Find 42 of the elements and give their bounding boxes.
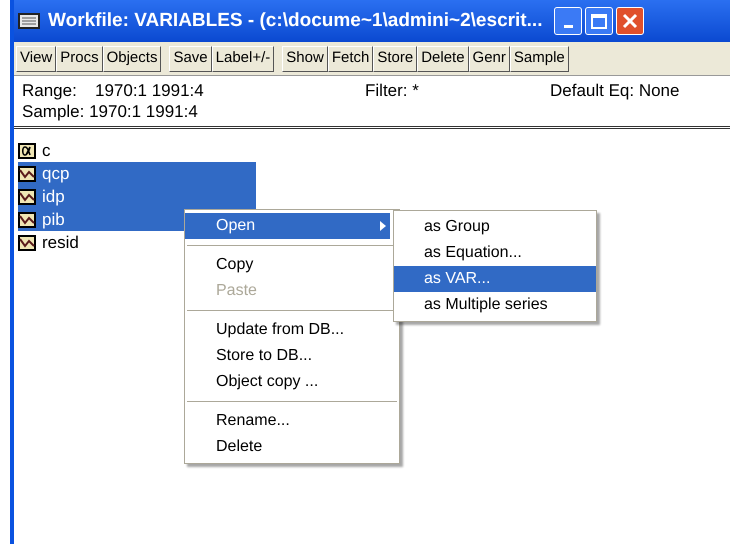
range-label: Range:	[22, 80, 78, 101]
submenu-item[interactable]: as VAR...	[394, 266, 596, 292]
toolbar-button[interactable]: Delete	[417, 46, 469, 72]
object-item[interactable]: idp	[18, 185, 256, 208]
toolbar-button[interactable]: Store	[373, 46, 418, 72]
toolbar-button[interactable]: Save	[169, 46, 212, 72]
sample-text: Sample: 1970:1 1991:4	[22, 101, 199, 122]
menu-item[interactable]: Open	[185, 213, 390, 239]
object-item[interactable]: c	[18, 139, 256, 162]
close-button[interactable]	[616, 7, 644, 35]
toolbar-button[interactable]: Sample	[510, 46, 569, 72]
menu-item[interactable]: Object copy ...	[185, 369, 390, 395]
menu-item[interactable]: Rename...	[185, 408, 390, 434]
submenu-item[interactable]: as Multiple series	[394, 292, 596, 318]
series-icon	[18, 188, 36, 204]
toolbar-button[interactable]: Genr	[468, 46, 510, 72]
filter-text: Filter: *	[365, 80, 420, 101]
series-icon	[18, 166, 36, 182]
submenu-item[interactable]: as Group	[394, 214, 596, 240]
toolbar-button[interactable]: View	[16, 46, 56, 72]
default-eq-text: Default Eq: None	[550, 80, 680, 101]
window-icon	[18, 13, 40, 29]
series-icon	[18, 234, 36, 250]
submenu-item[interactable]: as Equation...	[394, 240, 596, 266]
close-icon	[622, 13, 638, 29]
menu-item[interactable]: Store to DB...	[185, 343, 390, 369]
menu-item[interactable]: Copy	[185, 252, 390, 278]
alpha-icon	[18, 142, 36, 158]
series-icon	[18, 212, 36, 228]
object-item[interactable]: qcp	[18, 162, 256, 185]
window-title: Workfile: VARIABLES - (c:\docume~1\admini~2\escrit...	[48, 8, 542, 33]
minimize-button[interactable]	[554, 7, 582, 35]
menu-item[interactable]: Delete	[185, 434, 390, 460]
menu-item[interactable]: Update from DB...	[185, 317, 390, 343]
toolbar-button[interactable]: Fetch	[328, 46, 374, 72]
toolbar-button[interactable]: Procs	[56, 46, 103, 72]
maximize-button[interactable]	[585, 7, 614, 35]
toolbar-button[interactable]: Label+/-	[212, 46, 274, 72]
range-value: 1970:1 1991:4	[95, 80, 205, 101]
submenu-arrow-icon	[380, 221, 386, 231]
toolbar-button[interactable]: Objects	[102, 46, 162, 72]
toolbar-button[interactable]: Show	[282, 46, 328, 72]
